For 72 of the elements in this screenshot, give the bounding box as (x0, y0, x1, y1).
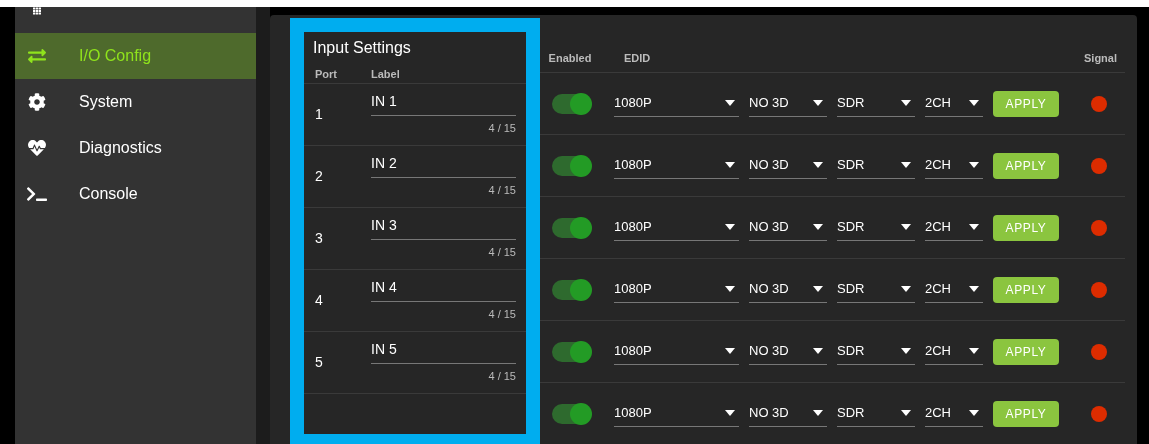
port-number: 1 (315, 104, 324, 124)
caret-icon (813, 286, 823, 292)
caret-icon (901, 286, 911, 292)
sidebar-item[interactable]: Console (15, 171, 256, 217)
port-number: 4 (315, 290, 324, 310)
caret-icon (725, 162, 735, 168)
caret-icon (969, 348, 979, 354)
dropdown-field[interactable]: SDR (837, 276, 915, 303)
label-field[interactable]: IN 2 4 / 15 (371, 153, 516, 199)
caret-icon (725, 410, 735, 416)
caret-icon (725, 348, 735, 354)
dropdown-field[interactable]: NO 3D (749, 214, 827, 241)
terminal-icon (27, 185, 47, 203)
caret-icon (969, 224, 979, 230)
dropdown-field[interactable]: SDR (837, 338, 915, 365)
dropdown-field[interactable]: 1080P (614, 152, 739, 179)
dropdown-field[interactable]: 1080P (614, 400, 739, 427)
caret-icon (725, 286, 735, 292)
port-number: 3 (315, 228, 324, 248)
column-header: Enabled (547, 51, 593, 66)
sidebar-item[interactable]: I/O Config (15, 33, 256, 79)
dropdown-field[interactable]: SDR (837, 152, 915, 179)
caret-icon (901, 100, 911, 106)
label-field[interactable]: IN 4 4 / 15 (371, 277, 516, 323)
caret-icon (813, 100, 823, 106)
caret-icon (813, 348, 823, 354)
dropdown-field[interactable]: NO 3D (749, 90, 827, 117)
sidebar-item[interactable]: Diagnostics (15, 125, 256, 171)
dropdown-field[interactable]: 2CH (925, 338, 983, 365)
dropdown-field[interactable]: 1080P (614, 338, 739, 365)
dropdown-field[interactable]: NO 3D (749, 276, 827, 303)
dropdown-field[interactable]: 1080P (614, 276, 739, 303)
caret-icon (901, 224, 911, 230)
caret-icon (901, 162, 911, 168)
label-field[interactable]: IN 3 4 / 15 (371, 215, 516, 261)
heartbeat-icon (27, 139, 47, 157)
dropdown-field[interactable]: SDR (837, 214, 915, 241)
dropdown-field[interactable]: 2CH (925, 90, 983, 117)
caret-icon (813, 224, 823, 230)
dropdown-field[interactable]: 2CH (925, 276, 983, 303)
dropdown-field[interactable]: NO 3D (749, 338, 827, 365)
settings-icon (27, 93, 47, 111)
column-header: Label (371, 67, 400, 82)
section-title: Input Settings (313, 39, 411, 56)
label-field[interactable]: IN 1 4 / 15 (371, 91, 516, 137)
dropdown-field[interactable]: 1080P (614, 214, 739, 241)
dropdown-field[interactable]: 2CH (925, 214, 983, 241)
caret-icon (813, 162, 823, 168)
caret-icon (725, 100, 735, 106)
caret-icon (969, 162, 979, 168)
dropdown-field[interactable]: NO 3D (749, 152, 827, 179)
caret-icon (725, 224, 735, 230)
dropdown-field[interactable]: 2CH (925, 152, 983, 179)
arrows-icon (27, 47, 47, 65)
caret-icon (901, 348, 911, 354)
dropdown-field[interactable]: 1080P (614, 90, 739, 117)
port-number: 5 (315, 352, 324, 372)
dropdown-field[interactable]: NO 3D (749, 400, 827, 427)
caret-icon (969, 410, 979, 416)
dropdown-field[interactable]: 2CH (925, 400, 983, 427)
caret-icon (969, 100, 979, 106)
caret-icon (901, 410, 911, 416)
dropdown-field[interactable]: SDR (837, 90, 915, 117)
port-number: 2 (315, 166, 324, 186)
caret-icon (813, 410, 823, 416)
caret-icon (969, 286, 979, 292)
dropdown-field[interactable]: SDR (837, 400, 915, 427)
sidebar-item[interactable]: System (15, 79, 256, 125)
label-field[interactable]: IN 5 4 / 15 (371, 339, 516, 385)
column-header: EDID (624, 51, 651, 66)
column-header: Port (315, 67, 338, 82)
column-header: Signal (1084, 51, 1117, 66)
